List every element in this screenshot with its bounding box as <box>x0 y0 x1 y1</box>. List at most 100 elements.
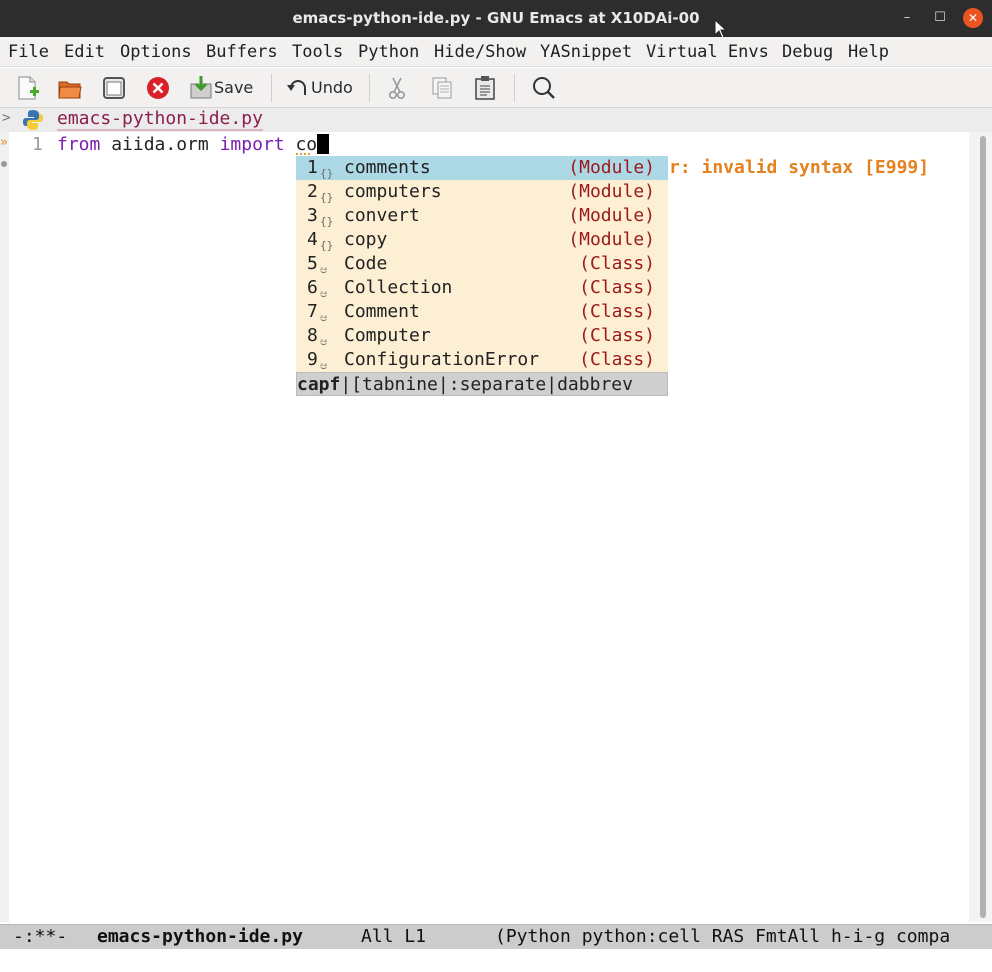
menu-tools[interactable]: Tools <box>292 42 343 62</box>
candidate-number: 7 <box>307 301 318 322</box>
completion-candidate[interactable]: 2{} computers (Module) <box>296 180 668 204</box>
menu-debug[interactable]: Debug <box>782 42 833 62</box>
menu-options[interactable]: Options <box>120 42 192 62</box>
clipboard-icon <box>475 76 495 100</box>
candidate-number: 9 <box>307 349 318 370</box>
scrollbar[interactable] <box>969 132 992 922</box>
completion-popup: 1{} comments (Module) 2{} computers (Module) 3… <box>296 156 668 396</box>
completion-candidate[interactable]: 4{} copy (Module) <box>296 228 668 252</box>
python-icon <box>23 110 43 130</box>
toolbar: Save Undo <box>0 68 992 108</box>
menu-yasnippet[interactable]: YASnippet <box>540 42 632 62</box>
kill-buffer-button[interactable] <box>145 75 171 101</box>
candidate-label: computers <box>344 181 442 202</box>
candidate-annotation: (Module) <box>568 205 655 226</box>
completion-candidate[interactable]: 1{} comments (Module) <box>296 156 668 180</box>
line-number: 1 <box>32 134 43 155</box>
undo-label: Undo <box>311 78 353 97</box>
undo-icon <box>287 80 306 95</box>
backend-list: |[tabnine|:separate|dabbrev <box>340 374 633 395</box>
candidate-label: Computer <box>344 325 431 346</box>
modeline-buffer-name[interactable]: emacs-python-ide.py <box>97 925 303 949</box>
toolbar-separator <box>369 74 370 102</box>
candidate-label: Code <box>344 253 388 274</box>
candidate-number: 3 <box>307 205 318 226</box>
maximize-button[interactable]: ☐ <box>930 8 950 28</box>
save-button[interactable]: Save <box>189 75 261 101</box>
menu-bar: File Edit Options Buffers Tools Python H… <box>0 37 992 67</box>
window-icon <box>103 77 125 99</box>
code-keyword-from: from <box>57 134 101 155</box>
copy-button[interactable] <box>430 75 454 101</box>
mode-line: -:**- emacs-python-ide.py All L1 (Python… <box>0 924 992 949</box>
candidate-number: 8 <box>307 325 318 346</box>
cut-button[interactable] <box>385 75 409 101</box>
candidate-annotation: (Module) <box>568 181 655 202</box>
code-keyword-import: import <box>219 134 285 155</box>
candidate-number: 6 <box>307 277 318 298</box>
minibuffer[interactable] <box>0 949 992 972</box>
modeline-position: All L1 <box>361 926 427 947</box>
fringe-dot-icon <box>1 161 7 167</box>
copy-icon <box>432 77 452 99</box>
save-label: Save <box>214 78 254 97</box>
candidate-annotation: (Class) <box>579 349 655 370</box>
header-filename: emacs-python-ide.py <box>57 108 263 131</box>
candidate-annotation: (Module) <box>568 229 655 250</box>
candidate-label: convert <box>344 205 420 226</box>
class-icon: ಆ <box>320 359 328 372</box>
menu-help[interactable]: Help <box>848 42 889 62</box>
candidate-annotation: (Class) <box>579 277 655 298</box>
completion-candidate[interactable]: 8 ಆ Computer (Class) <box>296 324 668 348</box>
mouse-pointer-icon <box>714 19 728 39</box>
left-fringe <box>0 132 9 922</box>
search-button[interactable] <box>531 75 557 101</box>
menu-buffers[interactable]: Buffers <box>206 42 278 62</box>
menu-virtual-envs[interactable]: Virtual Envs <box>646 42 769 62</box>
new-file-button[interactable] <box>15 75 41 101</box>
header-line: > emacs-python-ide.py <box>0 108 992 132</box>
candidate-label: ConfigurationError <box>344 349 540 370</box>
toolbar-separator <box>271 74 272 102</box>
close-window-button[interactable]: ✕ <box>963 8 983 28</box>
candidate-annotation: (Class) <box>579 325 655 346</box>
code-line[interactable]: from aiida.orm import co <box>57 134 330 156</box>
fringe-arrow-icon: » <box>0 135 8 150</box>
paste-button[interactable] <box>473 75 497 101</box>
candidate-label: Collection <box>344 277 453 298</box>
menu-python[interactable]: Python <box>358 42 419 62</box>
completion-candidate[interactable]: 6 ಆ Collection (Class) <box>296 276 668 300</box>
window-title: emacs-python-ide.py - GNU Emacs at X10DA… <box>292 9 700 27</box>
header-chevron: > <box>2 110 11 126</box>
candidate-annotation: (Module) <box>568 157 655 178</box>
completion-backend-footer: capf|[tabnine|:separate|dabbrev <box>296 372 668 396</box>
modeline-modes[interactable]: (Python python:cell RAS FmtAll h-i-g com… <box>495 925 950 949</box>
scrollbar-thumb[interactable] <box>980 136 986 918</box>
menu-file[interactable]: File <box>8 42 49 62</box>
title-bar: emacs-python-ide.py - GNU Emacs at X10DA… <box>0 0 992 39</box>
candidate-label: comments <box>344 157 431 178</box>
completion-candidate[interactable]: 5 ಆ Code (Class) <box>296 252 668 276</box>
folder-icon <box>58 81 82 99</box>
flycheck-error-message: r: invalid syntax [E999] <box>669 157 930 178</box>
undo-button[interactable]: Undo <box>286 75 356 101</box>
candidate-annotation: (Class) <box>579 301 655 322</box>
completion-candidate[interactable]: 7 ಆ Comment (Class) <box>296 300 668 324</box>
candidate-number: 1 <box>307 157 318 178</box>
dired-button[interactable] <box>101 75 127 101</box>
menu-hideshow[interactable]: Hide/Show <box>434 42 526 62</box>
candidate-label: copy <box>344 229 388 250</box>
close-circle-icon <box>147 77 169 99</box>
candidate-label: Comment <box>344 301 420 322</box>
new-file-icon <box>18 76 39 100</box>
candidate-number: 4 <box>307 229 318 250</box>
completion-candidate[interactable]: 9 ಆ ConfigurationError (Class) <box>296 348 668 372</box>
candidate-number: 2 <box>307 181 318 202</box>
code-module: aiida.orm <box>111 134 209 155</box>
save-icon <box>190 76 212 99</box>
completion-candidate[interactable]: 3{} convert (Module) <box>296 204 668 228</box>
minimize-button[interactable]: – <box>897 8 917 28</box>
open-file-button[interactable] <box>57 75 83 101</box>
menu-edit[interactable]: Edit <box>64 42 105 62</box>
warning-underline <box>296 152 310 155</box>
